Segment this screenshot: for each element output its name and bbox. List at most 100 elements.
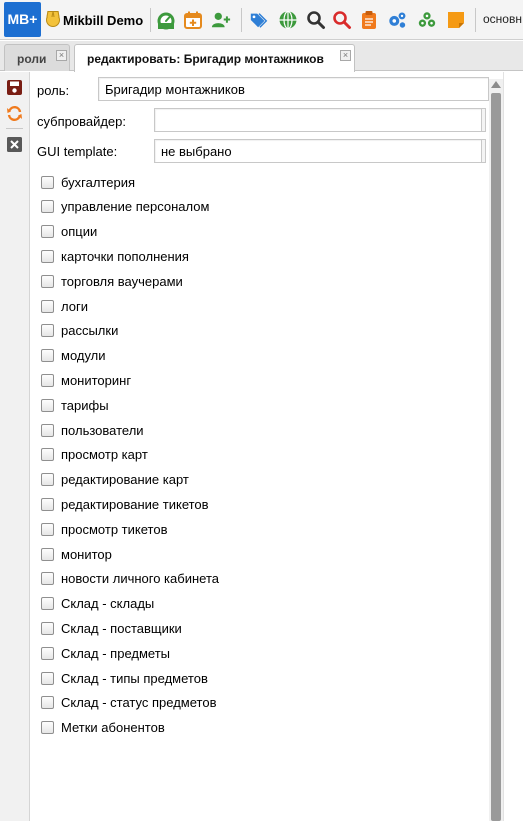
permission-checkbox-row[interactable]: торговля ваучерами bbox=[41, 272, 183, 290]
add-user-icon[interactable] bbox=[211, 10, 231, 30]
permission-label: рассылки bbox=[61, 323, 119, 339]
permission-checkbox[interactable] bbox=[41, 473, 54, 487]
tags-icon[interactable] bbox=[249, 10, 269, 30]
scroll-up-arrow-icon[interactable] bbox=[491, 81, 501, 88]
close-icon[interactable]: × bbox=[56, 50, 67, 61]
permission-checkbox[interactable] bbox=[41, 249, 54, 263]
cat-icon bbox=[46, 13, 60, 27]
permission-checkbox-row[interactable]: Склад - склады bbox=[41, 595, 154, 613]
tab-roles[interactable]: роли × bbox=[4, 44, 70, 71]
permission-checkbox-row[interactable]: редактирование тикетов bbox=[41, 495, 209, 513]
app-logo[interactable]: MB+ bbox=[4, 2, 41, 37]
permission-checkbox-row[interactable]: логи bbox=[41, 297, 88, 315]
permission-checkbox[interactable] bbox=[41, 721, 54, 735]
permission-checkbox[interactable] bbox=[41, 175, 54, 189]
note-icon[interactable] bbox=[446, 10, 466, 30]
save-icon[interactable] bbox=[6, 79, 23, 96]
role-label: роль: bbox=[37, 83, 70, 98]
globe-icon[interactable] bbox=[278, 10, 298, 30]
close-icon[interactable]: × bbox=[340, 50, 351, 61]
permission-label: логи bbox=[61, 298, 88, 314]
permission-checkbox-row[interactable]: новости личного кабинета bbox=[41, 570, 219, 588]
gui-template-select[interactable]: не выбрано bbox=[154, 139, 486, 163]
scrollbar-thumb[interactable] bbox=[491, 93, 501, 821]
permission-checkbox-row[interactable]: Склад - предметы bbox=[41, 644, 170, 662]
action-sidebar bbox=[0, 72, 30, 821]
right-panel-edge bbox=[503, 72, 523, 821]
permission-checkbox-row[interactable]: Склад - статус предметов bbox=[41, 694, 216, 712]
subprovider-label: субпровайдер: bbox=[37, 114, 127, 129]
permission-checkbox[interactable] bbox=[41, 398, 54, 412]
top-toolbar: MB+ Mikbill Demo основн bbox=[0, 0, 523, 40]
permission-checkbox[interactable] bbox=[41, 299, 54, 313]
permission-checkbox[interactable] bbox=[41, 572, 54, 586]
permission-checkbox[interactable] bbox=[41, 200, 54, 214]
permission-checkbox-row[interactable]: редактирование карт bbox=[41, 471, 189, 489]
permission-label: Склад - склады bbox=[61, 596, 155, 612]
permission-checkbox[interactable] bbox=[41, 547, 54, 561]
cluster-icon[interactable] bbox=[417, 10, 437, 30]
search-red-icon[interactable] bbox=[332, 10, 352, 30]
gui-template-value: не выбрано bbox=[161, 144, 232, 159]
permission-label: управление персоналом bbox=[61, 199, 210, 215]
role-name-field[interactable]: Бригадир монтажников bbox=[98, 77, 489, 101]
permission-checkbox-row[interactable]: бухгалтерия bbox=[41, 173, 135, 191]
permission-checkbox-row[interactable]: просмотр тикетов bbox=[41, 520, 167, 538]
search-icon[interactable] bbox=[306, 10, 326, 30]
permission-checkbox[interactable] bbox=[41, 597, 54, 611]
permission-checkbox-row[interactable]: пользователи bbox=[41, 421, 144, 439]
permission-label: новости личного кабинета bbox=[61, 571, 219, 587]
permission-checkbox-row[interactable]: модули bbox=[41, 347, 106, 365]
permission-checkbox-row[interactable]: тарифы bbox=[41, 396, 109, 414]
permission-checkbox[interactable] bbox=[41, 621, 54, 635]
permission-label: просмотр карт bbox=[61, 447, 148, 463]
dashboard-icon[interactable] bbox=[156, 10, 176, 30]
permission-checkbox-row[interactable]: монитор bbox=[41, 545, 112, 563]
permission-checkbox-row[interactable]: управление персоналом bbox=[41, 198, 209, 216]
permission-checkbox[interactable] bbox=[41, 274, 54, 288]
permission-checkbox[interactable] bbox=[41, 225, 54, 239]
permission-label: Склад - типы предметов bbox=[61, 670, 208, 686]
tab-label: редактировать: Бригадир монтажников bbox=[87, 52, 324, 66]
scrollbar[interactable] bbox=[489, 79, 503, 821]
gui-template-label: GUI template: bbox=[37, 144, 118, 159]
permission-checkbox-row[interactable]: Склад - типы предметов bbox=[41, 669, 208, 687]
permission-checkbox-row[interactable]: карточки пополнения bbox=[41, 247, 189, 265]
permission-label: карточки пополнения bbox=[61, 248, 189, 264]
permission-checkbox-row[interactable]: рассылки bbox=[41, 322, 118, 340]
tab-edit-role[interactable]: редактировать: Бригадир монтажников × bbox=[74, 44, 355, 72]
brand-link[interactable]: Mikbill Demo bbox=[46, 11, 143, 29]
tab-label: роли bbox=[17, 52, 47, 66]
dropdown-arrow-icon[interactable] bbox=[481, 109, 485, 131]
permission-checkbox-row[interactable]: мониторинг bbox=[41, 371, 131, 389]
permission-label: Склад - статус предметов bbox=[61, 695, 217, 711]
permission-checkbox[interactable] bbox=[41, 671, 54, 685]
permission-checkbox-row[interactable]: просмотр карт bbox=[41, 446, 148, 464]
permission-checkbox-row[interactable]: Метки абонентов bbox=[41, 719, 165, 737]
dropdown-arrow-icon[interactable] bbox=[481, 140, 485, 162]
permission-checkbox[interactable] bbox=[41, 423, 54, 437]
permission-checkbox[interactable] bbox=[41, 324, 54, 338]
permission-checkbox[interactable] bbox=[41, 696, 54, 710]
sidebar-divider bbox=[6, 128, 23, 129]
permission-checkbox[interactable] bbox=[41, 448, 54, 462]
refresh-icon[interactable] bbox=[6, 105, 23, 122]
permission-label: мониторинг bbox=[61, 372, 132, 388]
main-menu-label[interactable]: основн bbox=[483, 12, 522, 26]
close-icon[interactable] bbox=[6, 136, 23, 153]
permission-checkbox[interactable] bbox=[41, 497, 54, 511]
clipboard-icon[interactable] bbox=[359, 10, 379, 30]
permission-label: просмотр тикетов bbox=[61, 521, 168, 537]
gears-icon[interactable] bbox=[387, 10, 407, 30]
brand-name: Mikbill Demo bbox=[63, 12, 144, 28]
toolbar-divider bbox=[475, 8, 476, 32]
permission-checkbox[interactable] bbox=[41, 646, 54, 660]
permission-checkbox-row[interactable]: Склад - поставщики bbox=[41, 619, 182, 637]
permission-label: модули bbox=[61, 348, 106, 364]
calendar-add-icon[interactable] bbox=[183, 10, 203, 30]
permission-checkbox[interactable] bbox=[41, 522, 54, 536]
permission-checkbox[interactable] bbox=[41, 373, 54, 387]
subprovider-select[interactable] bbox=[154, 108, 486, 132]
permission-checkbox-row[interactable]: опции bbox=[41, 223, 97, 241]
permission-checkbox[interactable] bbox=[41, 349, 54, 363]
